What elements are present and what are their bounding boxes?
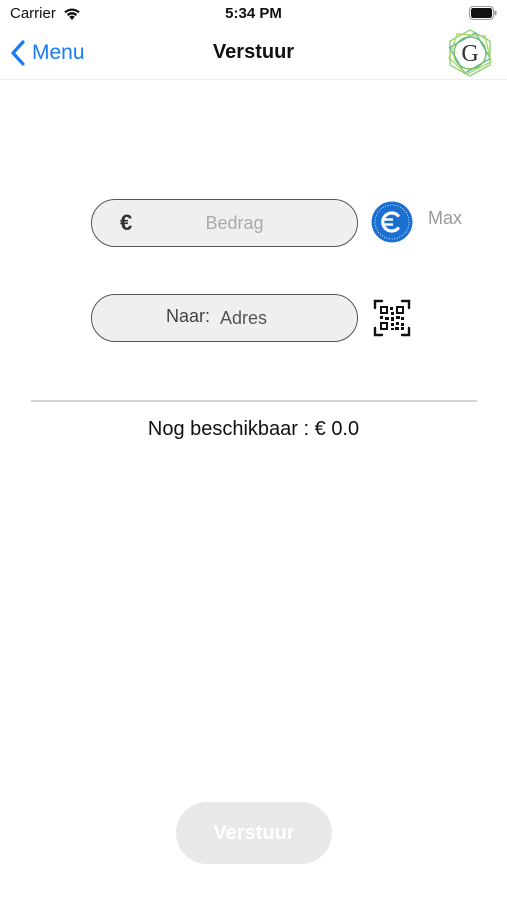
send-button[interactable]: Verstuur: [176, 802, 332, 864]
euro-coin-icon[interactable]: [371, 201, 413, 243]
navigation-bar: Menu Verstuur G: [0, 28, 507, 80]
available-balance: Nog beschikbaar : € 0.0: [147, 418, 360, 440]
battery-icon: [469, 6, 497, 20]
qr-scan-icon[interactable]: [373, 299, 411, 337]
address-prefix-label: Naar:: [166, 306, 211, 326]
address-field[interactable]: Naar:: [91, 294, 358, 342]
amount-field[interactable]: €: [91, 199, 358, 247]
euro-sign-icon: €: [120, 210, 133, 235]
max-button[interactable]: Max: [428, 208, 462, 229]
app-logo: G: [448, 29, 492, 77]
status-bar: Carrier 5:34 PM: [0, 0, 507, 28]
divider: [31, 400, 477, 402]
status-time: 5:34 PM: [225, 5, 282, 22]
logo-letter: G: [461, 41, 478, 67]
send-screen: Carrier 5:34 PM Menu Verstuur G € Bedrag…: [0, 0, 507, 900]
page-title: Verstuur: [212, 41, 295, 63]
address-input[interactable]: [220, 295, 337, 341]
amount-input[interactable]: [152, 200, 317, 246]
